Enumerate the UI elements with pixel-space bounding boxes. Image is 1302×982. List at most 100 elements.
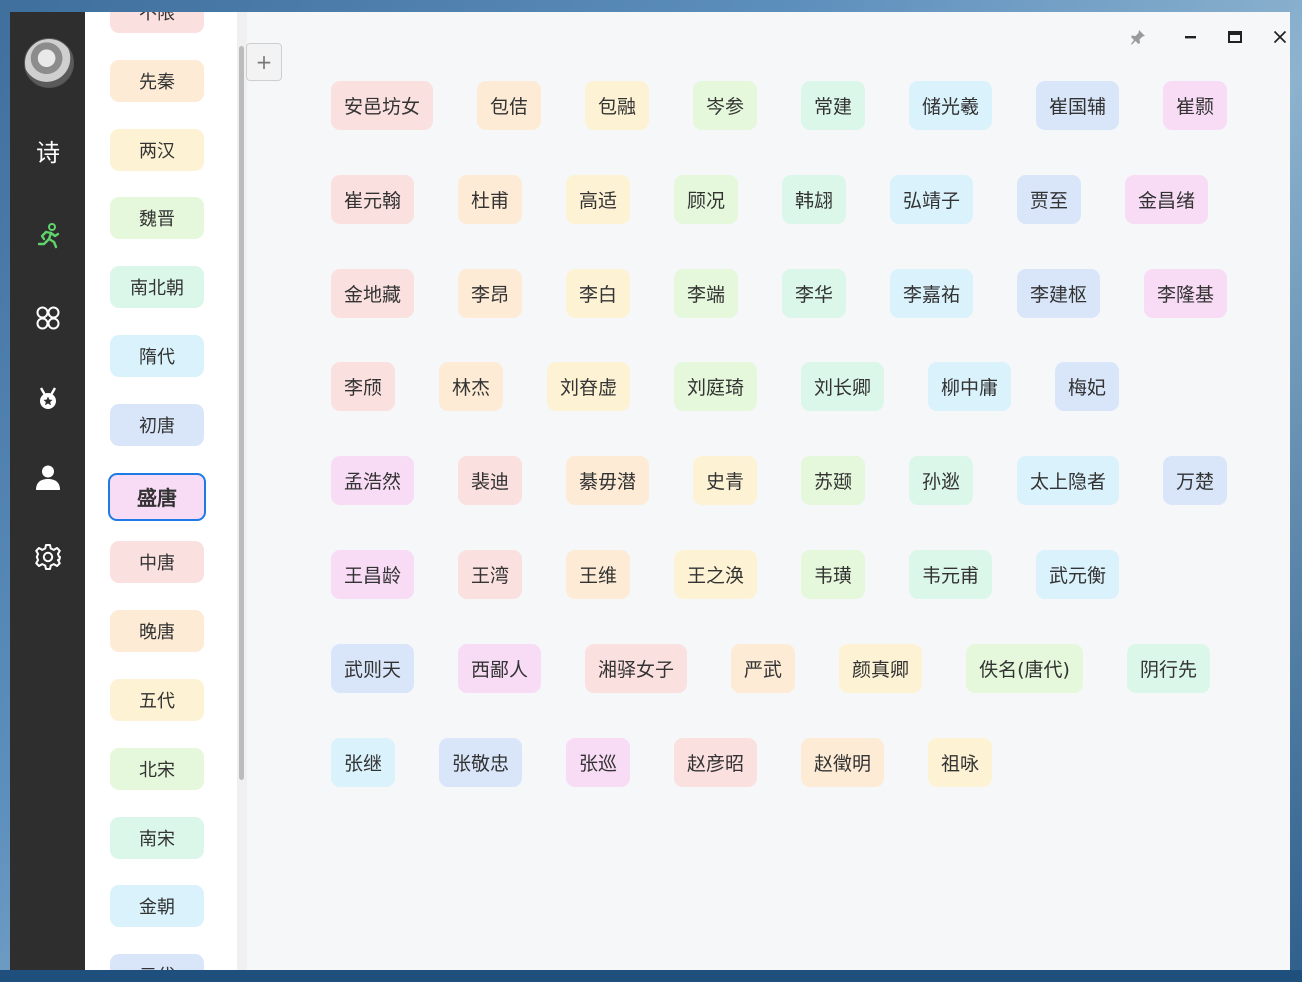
poet-tag[interactable]: 金昌绪 (1125, 174, 1208, 224)
pin-button[interactable] (1123, 22, 1153, 52)
dynasty-item[interactable]: 元代 (110, 954, 204, 970)
poet-tag[interactable]: 崔元翰 (331, 174, 414, 224)
poet-tag[interactable]: 高适 (566, 174, 630, 224)
poet-tag[interactable]: 李嘉祐 (890, 268, 973, 318)
poet-tag[interactable]: 湘驿女子 (585, 643, 687, 693)
user-icon (36, 465, 60, 490)
poet-tag[interactable]: 史青 (693, 456, 757, 506)
dynasty-scroll-thumb[interactable] (239, 46, 244, 780)
poet-tag[interactable]: 储光羲 (909, 81, 992, 130)
dynasty-item[interactable]: 初唐 (110, 403, 204, 446)
poet-tag[interactable]: 杜甫 (458, 174, 522, 224)
poet-tag[interactable]: 李昂 (458, 268, 522, 318)
apps-nav-button[interactable] (29, 299, 67, 337)
poet-tag[interactable]: 李隆基 (1144, 268, 1227, 318)
avatar[interactable] (24, 38, 74, 88)
poet-tag[interactable]: 崔颢 (1163, 81, 1227, 130)
poet-tag[interactable]: 贾至 (1017, 174, 1081, 224)
poet-tag[interactable]: 孟浩然 (331, 456, 414, 506)
poem-text-icon: 诗 (36, 138, 60, 167)
poet-tag[interactable]: 刘昚虚 (547, 362, 630, 412)
poet-tag[interactable]: 金地藏 (331, 268, 414, 318)
poem-nav-button[interactable]: 诗 (29, 131, 67, 169)
poet-tag[interactable]: 包融 (585, 81, 649, 130)
dynasty-item[interactable]: 中唐 (110, 541, 204, 584)
poet-tag[interactable]: 岑参 (693, 81, 757, 130)
dynasty-item[interactable]: 盛唐 (108, 472, 206, 521)
poet-tag[interactable]: 阴行先 (1127, 643, 1210, 693)
poet-content-area: + 安邑坊女 包佶 包融 岑参 常建 储光羲 崔国辅 崔颢崔元翰 杜甫 高适 顾况 韩翃 弘靖子 贾至 金昌… (246, 12, 1290, 970)
poet-tag[interactable]: 刘长卿 (801, 362, 884, 412)
app-window: 诗 不限 先秦 两汉 魏晋 南北朝 隋代 初唐 盛唐 中唐 晚唐 五代 北宋 南… (10, 12, 1290, 970)
settings-nav-button[interactable] (29, 538, 67, 576)
dynasty-item[interactable]: 魏晋 (110, 197, 204, 240)
poet-tag[interactable]: 张敬忠 (439, 737, 522, 787)
poet-tag[interactable]: 佚名(唐代) (966, 643, 1083, 693)
dynasty-item[interactable]: 南宋 (110, 816, 204, 859)
poet-tag[interactable]: 柳中庸 (928, 362, 1011, 412)
poet-tag[interactable]: 王之涣 (674, 550, 757, 599)
icon-sidebar: 诗 (10, 12, 85, 970)
poet-tag[interactable]: 李华 (782, 268, 846, 318)
poet-tag[interactable]: 武元衡 (1036, 550, 1119, 599)
poet-tag[interactable]: 西鄙人 (458, 643, 541, 693)
poet-tag[interactable]: 严武 (731, 643, 795, 693)
poet-tag[interactable]: 太上隐者 (1017, 456, 1119, 506)
runner-icon (37, 223, 60, 249)
medal-nav-button[interactable] (29, 379, 67, 417)
poet-tag[interactable]: 顾况 (674, 174, 738, 224)
poet-tag[interactable]: 綦毋潜 (566, 456, 649, 506)
user-nav-button[interactable] (29, 458, 67, 496)
poet-tag[interactable]: 赵徵明 (801, 737, 884, 787)
poet-tag[interactable]: 裴迪 (458, 456, 522, 506)
dynasty-item[interactable]: 先秦 (110, 59, 204, 102)
poet-tag[interactable]: 林杰 (439, 362, 503, 412)
maximize-button[interactable] (1220, 22, 1250, 52)
poet-tag[interactable]: 武则天 (331, 643, 414, 693)
dynasty-item[interactable]: 两汉 (110, 128, 204, 171)
dynasty-item[interactable]: 金朝 (110, 885, 204, 928)
poet-tag[interactable]: 刘庭琦 (674, 362, 757, 412)
pin-icon (1130, 30, 1145, 45)
poet-tag[interactable]: 包佶 (477, 81, 541, 130)
poet-tag[interactable]: 祖咏 (928, 737, 992, 787)
poet-tag[interactable]: 苏颋 (801, 456, 865, 506)
poet-tag[interactable]: 颜真卿 (839, 643, 922, 693)
poet-tag[interactable]: 安邑坊女 (331, 81, 433, 130)
dynasty-item[interactable]: 北宋 (110, 747, 204, 790)
minimize-button[interactable] (1176, 22, 1206, 52)
poet-tag[interactable]: 崔国辅 (1036, 81, 1119, 130)
desktop-taskbar-edge (0, 970, 1302, 982)
poet-tag[interactable]: 常建 (801, 81, 865, 130)
dynasty-item[interactable]: 隋代 (110, 335, 204, 377)
poet-tag[interactable]: 王维 (566, 550, 630, 599)
poet-tag[interactable]: 张继 (331, 737, 395, 787)
poet-tag[interactable]: 李建枢 (1017, 268, 1100, 318)
dynasty-item[interactable]: 不限 (110, 12, 204, 33)
dynasty-item[interactable]: 南北朝 (110, 266, 204, 309)
poet-tag[interactable]: 韩翃 (782, 174, 846, 224)
apps-icon (36, 306, 60, 330)
poet-tag[interactable]: 孙逖 (909, 456, 973, 506)
poet-tag[interactable]: 王湾 (458, 550, 522, 599)
poet-tag[interactable]: 韦璜 (801, 550, 865, 599)
poet-tag[interactable]: 韦元甫 (909, 550, 992, 599)
close-button[interactable] (1265, 22, 1290, 52)
poet-tag[interactable]: 李颀 (331, 362, 395, 412)
poet-tag[interactable]: 万楚 (1163, 456, 1227, 506)
poet-tag[interactable]: 弘靖子 (890, 174, 973, 224)
maximize-icon (1228, 31, 1242, 43)
poet-tag[interactable]: 李端 (674, 268, 738, 318)
dynasty-item[interactable]: 晚唐 (110, 610, 204, 653)
dynasty-item[interactable]: 五代 (110, 679, 204, 721)
add-button[interactable]: + (246, 43, 282, 81)
dynasty-scrollbar[interactable] (237, 12, 247, 970)
close-icon (1273, 30, 1287, 44)
poet-tag[interactable]: 梅妃 (1055, 362, 1119, 412)
poet-tag[interactable]: 赵彦昭 (674, 737, 757, 787)
poet-tag[interactable]: 李白 (566, 268, 630, 318)
minimize-icon (1185, 36, 1196, 39)
poet-tag[interactable]: 王昌龄 (331, 550, 414, 599)
poet-tag[interactable]: 张巡 (566, 737, 630, 787)
poets-nav-button[interactable] (29, 217, 67, 255)
